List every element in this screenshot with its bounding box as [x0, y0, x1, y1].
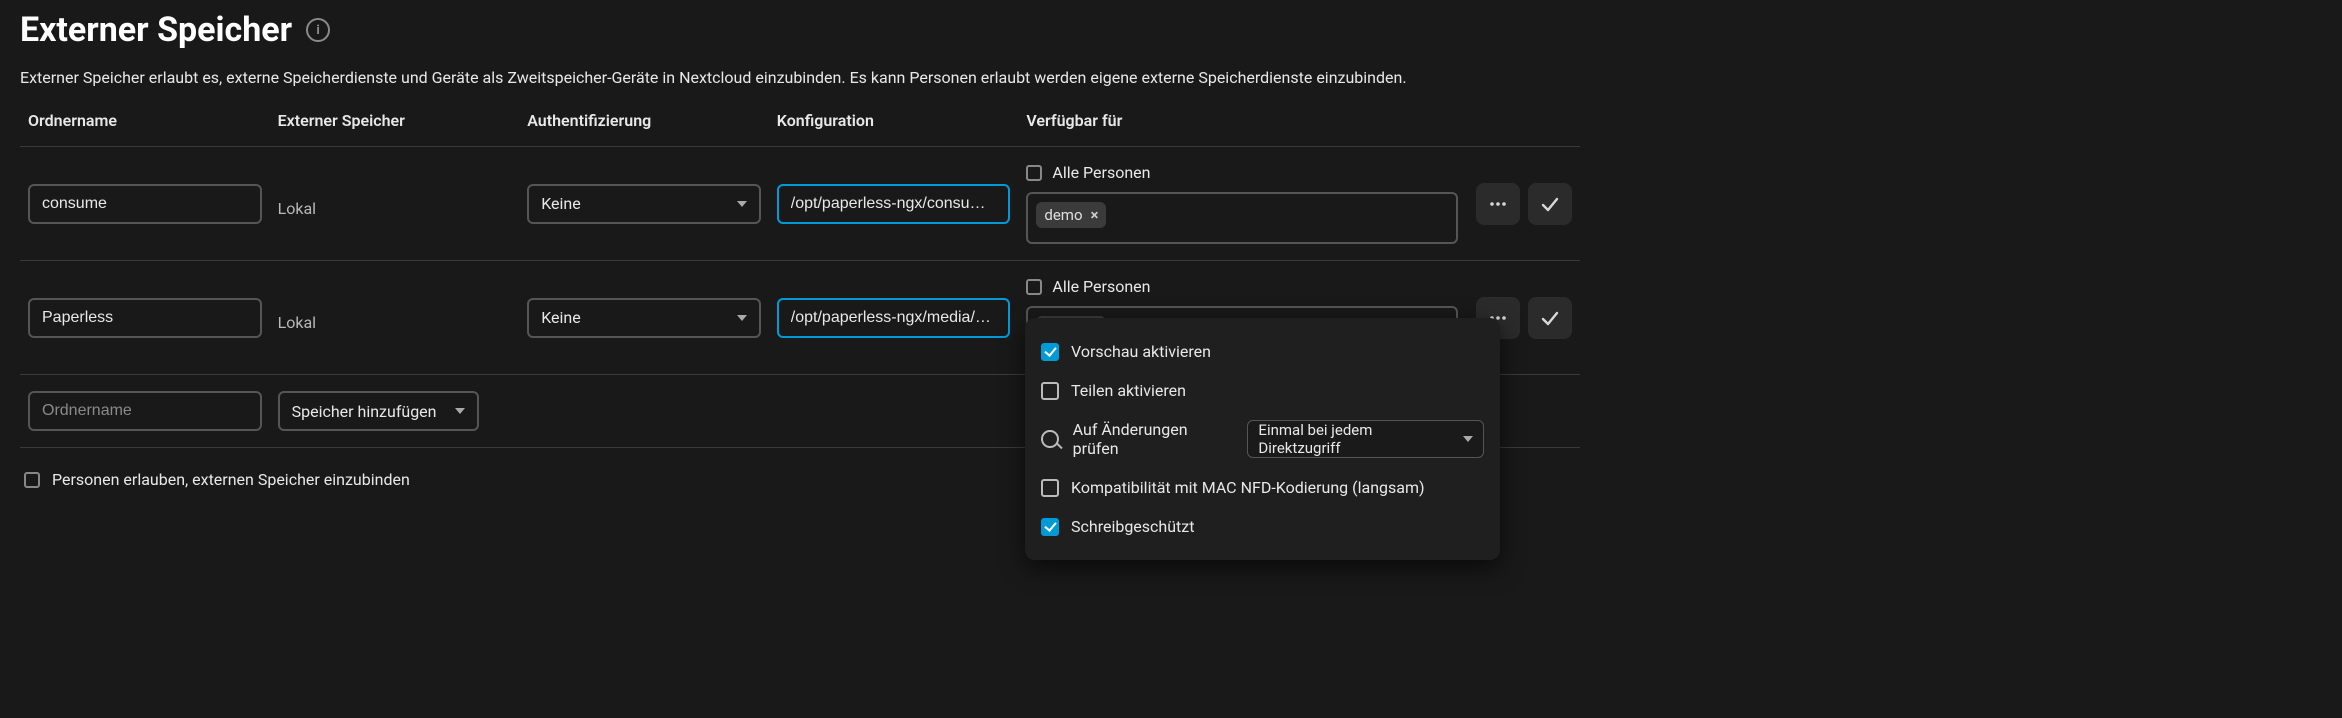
table-row: Lokal Keine Alle Personen [20, 147, 1580, 261]
auth-select[interactable]: Keine [527, 298, 761, 338]
more-button[interactable] [1476, 183, 1520, 225]
preview-toggle[interactable]: Vorschau aktivieren [1041, 332, 1484, 371]
add-backend-select[interactable]: Speicher hinzufügen [278, 391, 480, 431]
checkbox-icon [1041, 343, 1059, 361]
allow-user-mount-label: Personen erlauben, externen Speicher ein… [52, 470, 410, 489]
sharing-toggle[interactable]: Teilen aktivieren [1041, 371, 1484, 410]
config-path-input[interactable] [777, 298, 1011, 338]
search-icon [1041, 430, 1059, 448]
all-persons-toggle[interactable]: Alle Personen [1026, 277, 1457, 296]
col-backend: Externer Speicher [270, 99, 520, 147]
readonly-toggle[interactable]: Schreibgeschützt [1041, 507, 1484, 546]
all-persons-label: Alle Personen [1052, 163, 1150, 182]
sharing-label: Teilen aktivieren [1071, 381, 1186, 400]
available-for-tags[interactable]: demo × [1026, 192, 1457, 244]
page-lead: Externer Speicher erlaubt es, externe Sp… [20, 68, 1580, 87]
save-button[interactable] [1528, 183, 1572, 225]
mac-nfd-label: Kompatibilität mit MAC NFD-Kodierung (la… [1071, 478, 1425, 497]
new-folder-name-input[interactable] [28, 391, 262, 431]
user-chip: demo × [1036, 202, 1106, 228]
folder-name-input[interactable] [28, 184, 262, 224]
checkbox-icon [1041, 382, 1059, 400]
check-changes-value: Einmal bei jedem Direktzugriff [1258, 421, 1453, 457]
col-auth: Authentifizierung [519, 99, 769, 147]
checkbox-icon [1041, 479, 1059, 497]
check-changes-label: Auf Änderungen prüfen [1073, 420, 1234, 458]
auth-value: Keine [541, 194, 581, 213]
col-available: Verfügbar für [1018, 99, 1465, 147]
dots-icon [1488, 194, 1508, 214]
chevron-down-icon [455, 408, 465, 414]
auth-select[interactable]: Keine [527, 184, 761, 224]
all-persons-toggle[interactable]: Alle Personen [1026, 163, 1457, 182]
folder-name-input[interactable] [28, 298, 262, 338]
add-backend-label: Speicher hinzufügen [292, 402, 437, 421]
config-path-input[interactable] [777, 184, 1011, 224]
chip-label: demo [1044, 206, 1082, 224]
preview-label: Vorschau aktivieren [1071, 342, 1211, 361]
mount-options-popover: Vorschau aktivieren Teilen aktivieren Au… [1025, 318, 1500, 560]
page-title: Externer Speicher [20, 10, 292, 50]
save-button[interactable] [1528, 297, 1572, 339]
chevron-down-icon [1463, 436, 1473, 442]
check-icon [1540, 194, 1560, 214]
check-icon [1540, 308, 1560, 328]
readonly-label: Schreibgeschützt [1071, 517, 1194, 536]
chevron-down-icon [737, 201, 747, 207]
col-config: Konfiguration [769, 99, 1019, 147]
checkbox-icon [1026, 165, 1042, 181]
checkbox-icon [24, 472, 40, 488]
backend-label: Lokal [278, 189, 512, 218]
col-name: Ordnername [20, 99, 270, 147]
all-persons-label: Alle Personen [1052, 277, 1150, 296]
remove-chip-icon[interactable]: × [1091, 206, 1099, 224]
info-icon[interactable]: i [306, 18, 330, 42]
check-changes-row: Auf Änderungen prüfen Einmal bei jedem D… [1041, 410, 1484, 468]
chevron-down-icon [737, 315, 747, 321]
checkbox-icon [1026, 279, 1042, 295]
checkbox-icon [1041, 518, 1059, 536]
auth-value: Keine [541, 308, 581, 327]
check-changes-select[interactable]: Einmal bei jedem Direktzugriff [1247, 420, 1484, 458]
mac-nfd-toggle[interactable]: Kompatibilität mit MAC NFD-Kodierung (la… [1041, 468, 1484, 507]
backend-label: Lokal [278, 303, 512, 332]
